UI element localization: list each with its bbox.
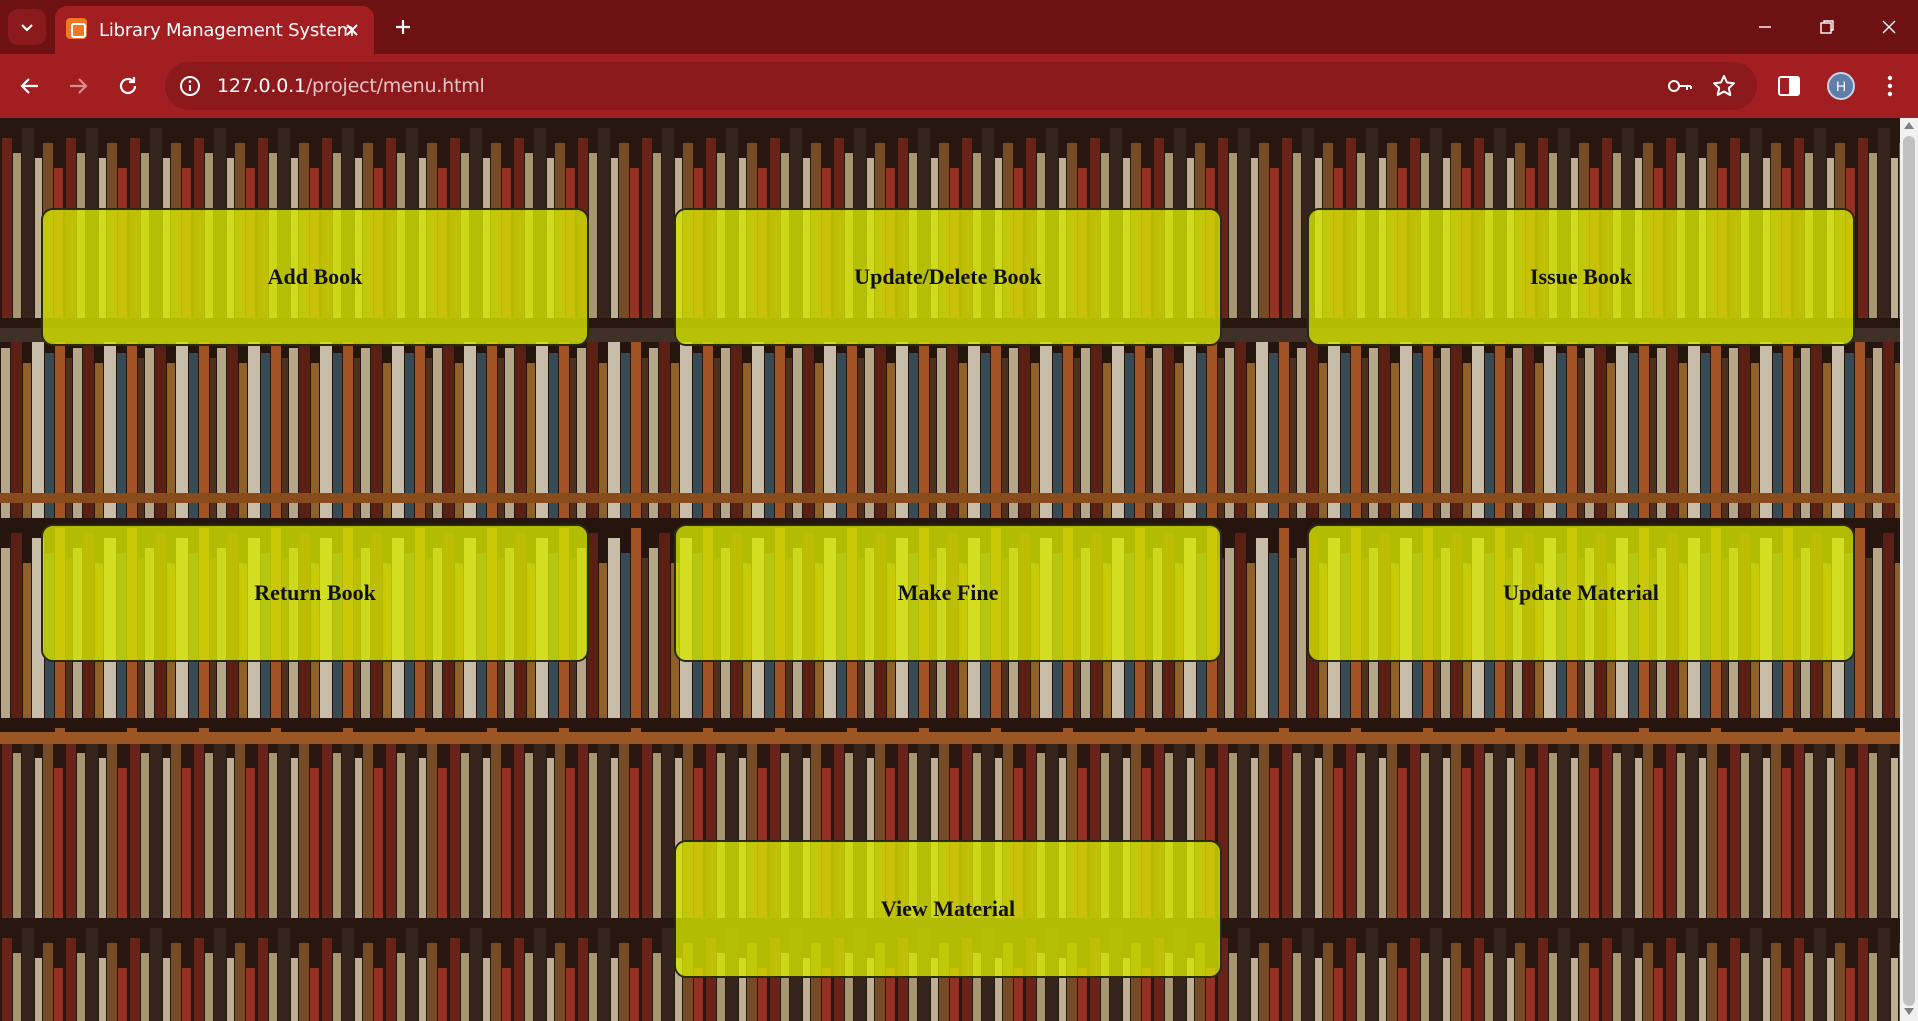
scroll-thumb[interactable] <box>1903 136 1915 1006</box>
restore-icon <box>1820 20 1834 34</box>
more-vertical-icon[interactable] <box>1880 72 1900 100</box>
reload-icon <box>119 77 137 95</box>
scroll-down-arrow-icon[interactable] <box>1904 1008 1914 1015</box>
return-book-button[interactable]: Return Book <box>41 524 589 662</box>
update-delete-book-label: Update/Delete Book <box>854 264 1042 289</box>
vertical-scrollbar[interactable] <box>1900 118 1918 1021</box>
profile-avatar[interactable]: H <box>1827 72 1855 100</box>
return-book-label: Return Book <box>254 580 376 605</box>
xampp-favicon-icon <box>66 18 87 39</box>
issue-book-button[interactable]: Issue Book <box>1307 208 1855 346</box>
page-viewport: Add Book Update/Delete Book Issue Book R… <box>0 118 1900 1021</box>
key-icon[interactable] <box>1667 74 1693 98</box>
scroll-up-arrow-icon[interactable] <box>1904 122 1914 129</box>
back-button[interactable] <box>12 68 48 104</box>
window-close-button[interactable] <box>1872 10 1906 44</box>
side-panel-icon[interactable] <box>1776 73 1802 99</box>
star-icon[interactable] <box>1711 73 1737 99</box>
make-fine-button[interactable]: Make Fine <box>674 524 1222 662</box>
new-tab-button[interactable] <box>388 12 418 42</box>
add-book-label: Add Book <box>267 264 363 289</box>
forward-button[interactable] <box>60 68 96 104</box>
view-material-label: View Material <box>880 896 1016 921</box>
minimize-button[interactable] <box>1748 10 1782 44</box>
active-tab[interactable]: Library Management System <box>55 6 374 54</box>
address-bar[interactable]: 127.0.0.1/project/menu.html <box>165 62 1757 110</box>
view-material-button[interactable]: View Material <box>674 840 1222 978</box>
tab-close-button[interactable] <box>340 18 364 42</box>
reload-button[interactable] <box>110 68 146 104</box>
restore-button[interactable] <box>1810 10 1844 44</box>
tab-search-button[interactable] <box>8 9 46 45</box>
info-icon[interactable] <box>179 75 201 97</box>
tab-title: Library Management System <box>99 20 355 41</box>
arrow-right-icon <box>70 78 88 94</box>
plus-icon <box>396 20 410 34</box>
issue-book-label: Issue Book <box>1529 264 1633 289</box>
make-fine-label: Make Fine <box>897 580 999 605</box>
url-path: /project/menu.html <box>305 75 485 97</box>
tab-strip: Library Management System <box>0 0 1918 54</box>
close-icon <box>346 24 358 36</box>
minimize-icon <box>1759 26 1771 28</box>
arrow-left-icon <box>20 78 38 94</box>
update-delete-book-button[interactable]: Update/Delete Book <box>674 208 1222 346</box>
url-text[interactable]: 127.0.0.1/project/menu.html <box>217 75 485 97</box>
add-book-button[interactable]: Add Book <box>41 208 589 346</box>
browser-toolbar: 127.0.0.1/project/menu.html H <box>0 54 1918 118</box>
url-host: 127.0.0.1 <box>217 75 306 97</box>
update-material-label: Update Material <box>1503 580 1659 605</box>
close-icon <box>1882 20 1896 34</box>
chevron-down-icon <box>21 24 33 32</box>
update-material-button[interactable]: Update Material <box>1307 524 1855 662</box>
